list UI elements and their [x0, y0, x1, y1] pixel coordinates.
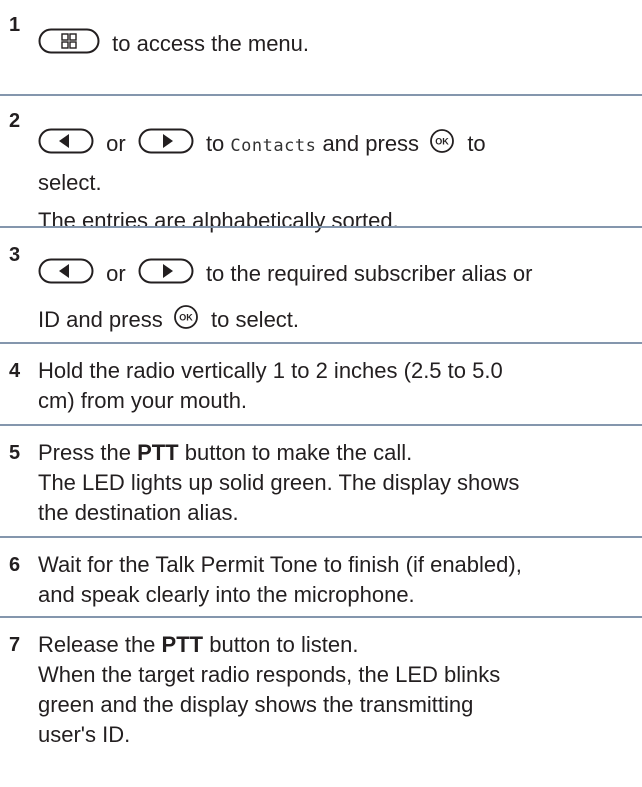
step-2-line-2: select.: [38, 170, 102, 195]
step-7-line-4: user's ID.: [38, 722, 131, 747]
left-arrow-button-icon: [38, 258, 94, 292]
to-text: to: [467, 130, 486, 156]
ptt-label: PTT: [161, 632, 204, 657]
step-6: 6 Wait for the Talk Permit Tone to finis…: [0, 538, 642, 614]
ok-label: OK: [435, 137, 449, 147]
ptt-label: PTT: [137, 440, 179, 465]
step-7-line-2: When the target radio responds, the LED …: [38, 662, 501, 687]
ok-label: OK: [179, 313, 193, 323]
step-3: 3 or to the required subscriber alias or…: [0, 228, 642, 340]
step-1-text: to access the menu.: [112, 30, 310, 56]
step-number: 3: [9, 244, 21, 266]
step-2: 2 or to Contacts and press OK to select.…: [0, 96, 642, 233]
step-6-line-1: Wait for the Talk Permit Tone to finish …: [38, 552, 522, 577]
step-7-pre: Release the: [38, 632, 156, 657]
step-7-post: button to listen.: [209, 632, 359, 657]
or-text: or: [106, 130, 126, 156]
step-3-line-1-text: to the required subscriber alias or: [205, 260, 533, 286]
step-4-line-1: Hold the radio vertically 1 to 2 inches …: [38, 358, 503, 383]
step-3-line-1: or to the required subscriber alias or: [38, 258, 638, 292]
step-7-line-1: Release the PTT button to listen.: [38, 630, 638, 660]
step-number: 7: [9, 634, 21, 656]
step-1: 1 to access the menu.: [0, 0, 642, 88]
step-4: 4 Hold the radio vertically 1 to 2 inche…: [0, 344, 642, 420]
right-arrow-button-icon: [138, 128, 194, 162]
press-text: and press: [322, 130, 420, 156]
step-number: 5: [9, 442, 21, 464]
step-7: 7 Release the PTT button to listen. When…: [0, 618, 642, 786]
menu-button-icon: [38, 28, 100, 62]
ok-button-icon: OK: [429, 128, 455, 162]
step-number: 2: [9, 110, 21, 132]
step-text: to access the menu.: [38, 28, 638, 62]
to-text: to: [205, 130, 225, 156]
step-5-line-2: The LED lights up solid green. The displ…: [38, 470, 520, 495]
step-5-line-1: Press the PTT button to make the call.: [38, 438, 638, 468]
left-arrow-button-icon: [38, 128, 94, 162]
step-number: 4: [9, 360, 21, 382]
step-text: Hold the radio vertically 1 to 2 inches …: [38, 356, 638, 416]
step-5-post: button to make the call.: [184, 440, 413, 465]
right-arrow-button-icon: [138, 258, 194, 292]
step-2-line-1: or to Contacts and press OK to: [38, 128, 638, 162]
step-5-pre: Press the: [38, 440, 131, 465]
step-text: Press the PTT button to make the call. T…: [38, 438, 638, 528]
step-5-line-3: the destination alias.: [38, 500, 239, 525]
contacts-menu-item: Contacts: [230, 135, 317, 156]
step-3-line-2-end: to select.: [210, 306, 300, 332]
step-4-line-2: cm) from your mouth.: [38, 388, 248, 413]
step-3-line-2: ID and press OK to select.: [38, 304, 638, 338]
step-6-line-2: and speak clearly into the microphone.: [38, 582, 415, 607]
or-text: or: [106, 260, 126, 286]
step-5: 5 Press the PTT button to make the call.…: [0, 426, 642, 528]
step-3-line-2-text: ID and press: [38, 306, 163, 332]
step-7-line-3: green and the display shows the transmit…: [38, 692, 474, 717]
step-number: 1: [9, 14, 21, 36]
step-text: or to Contacts and press OK to select. T…: [38, 128, 638, 236]
step-text: Wait for the Talk Permit Tone to finish …: [38, 550, 638, 610]
step-text: Release the PTT button to listen. When t…: [38, 630, 638, 750]
ok-button-icon: OK: [173, 304, 199, 338]
step-text: or to the required subscriber alias or I…: [38, 258, 638, 338]
step-number: 6: [9, 554, 21, 576]
